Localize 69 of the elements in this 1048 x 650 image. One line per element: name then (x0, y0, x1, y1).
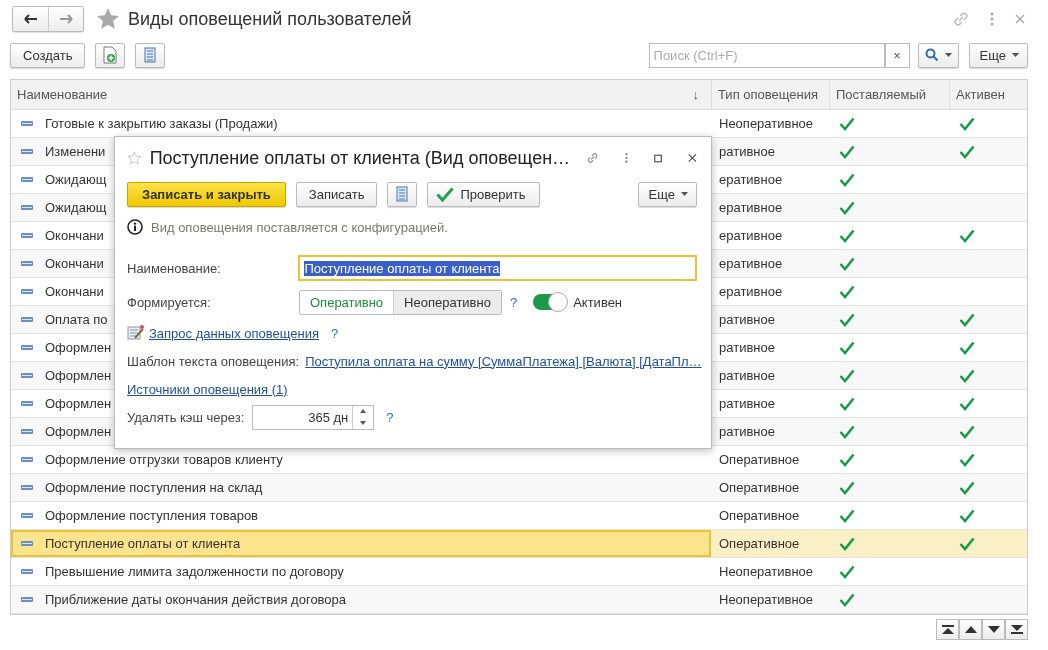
name-cell: Оформлен (45, 424, 112, 439)
save-and-close-button[interactable]: Записать и закрыть (127, 181, 286, 207)
column-header[interactable]: Активен (956, 87, 1005, 102)
table-row[interactable]: Поступление оплаты от клиента Оперативное (11, 530, 1027, 558)
column-header[interactable]: Наименование (17, 87, 108, 102)
name-cell: Приближение даты окончания действия договора (45, 592, 347, 607)
mode-label: Формируется: (127, 294, 212, 310)
type-cell: ративное (719, 340, 775, 355)
type-cell: Оперативное (719, 536, 800, 551)
type-cell: Неоперативное (719, 592, 814, 607)
cache-field[interactable]: 365 дн (252, 404, 375, 430)
sort-indicator: ↓ (692, 87, 699, 102)
more-button[interactable]: Еще (968, 42, 1028, 68)
name-label: Наименование: (127, 260, 222, 276)
more-button[interactable]: Еще (637, 181, 697, 207)
type-cell: Оперативное (719, 508, 800, 523)
type-cell: Неоперативное (719, 116, 814, 131)
type-cell: Неоперативное (719, 564, 814, 579)
name-cell: Ожидающ (45, 200, 107, 215)
type-cell: ративное (719, 424, 775, 439)
template-label: Шаблон текста оповещения: (127, 353, 300, 369)
type-cell: ративное (719, 368, 775, 383)
table-row[interactable]: Оформление поступления на склад Оперативное (11, 474, 1027, 502)
type-cell: Оперативное (719, 480, 800, 495)
search-field[interactable]: Поиск (Ctrl+F) (648, 42, 885, 68)
type-cell: ративное (719, 144, 775, 159)
name-cell: Готовые к закрытию заказы (Продажи) (45, 116, 278, 131)
table-row[interactable]: Приближение даты окончания действия договора Неоперативное (11, 586, 1027, 614)
name-cell: Окончани (45, 228, 104, 243)
help-link[interactable]: ? (386, 409, 394, 425)
name-cell: Превышение лимита задолженности по договору (45, 564, 344, 579)
check-button[interactable]: Проверить (427, 181, 541, 207)
name-cell: Окончани (45, 256, 104, 271)
create-button[interactable]: Создать (10, 42, 86, 68)
help-link[interactable]: ? (331, 325, 339, 341)
type-cell: еративное (719, 228, 783, 243)
save-button[interactable]: Записать (295, 181, 378, 207)
sources-link[interactable]: Источники оповещения (1) (127, 381, 288, 397)
name-cell: Ожидающ (45, 172, 107, 187)
type-cell: еративное (719, 256, 783, 271)
column-header[interactable]: Тип оповещения (718, 87, 819, 102)
name-cell: Изменени (45, 144, 106, 159)
clear-button[interactable]: × (884, 42, 910, 68)
window-title: Виды оповещений пользователей (128, 8, 412, 30)
name-cell: Оформлен (45, 396, 112, 411)
name-cell: Оформление поступления товаров (45, 508, 258, 523)
cache-label: Удалять кэш через: (127, 409, 245, 425)
name-cell: Оформлен (45, 368, 112, 383)
active-label: Активен (573, 294, 623, 310)
name-cell: Поступление оплаты от клиента (45, 536, 241, 551)
query-link[interactable]: Запрос данных оповещения (149, 325, 320, 341)
type-cell: ративное (719, 312, 775, 327)
dialog-title: Поступление оплаты от клиента (Вид оповещен… (149, 147, 571, 169)
name-cell: Оформление поступления на склад (45, 480, 263, 495)
column-header[interactable]: Поставляемый (836, 87, 927, 102)
name-cell: Окончани (45, 284, 104, 299)
type-cell: ративное (719, 396, 775, 411)
mode-option[interactable]: Неоперативно (393, 290, 501, 314)
name-cell: Оформление отгрузки товаров клиенту (45, 452, 283, 467)
name-field[interactable]: Поступление оплаты от клиента (298, 255, 697, 281)
info-message: Вид оповещения поставляется с конфигурацией. (151, 219, 448, 235)
name-cell: Оплата по (45, 312, 108, 327)
name-cell: Оформлен (45, 340, 112, 355)
type-cell: еративное (719, 200, 783, 215)
type-cell: Оперативное (719, 452, 800, 467)
type-cell: еративное (719, 172, 783, 187)
type-cell: еративное (719, 284, 783, 299)
template-link[interactable]: Поступила оплата на сумму [СуммаПлатежа] [Валюта] [ДатаПл… (305, 353, 702, 369)
help-link[interactable]: ? (509, 294, 518, 310)
